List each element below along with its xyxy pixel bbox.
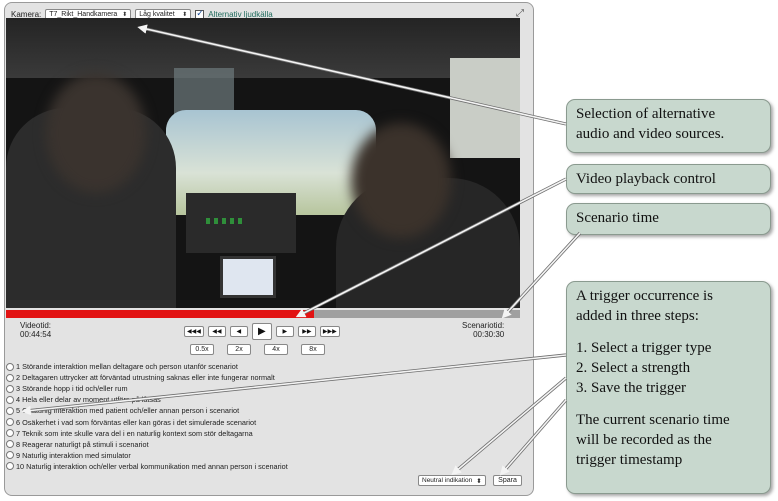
callout-text: audio and video sources. [576, 126, 725, 142]
trigger-type-list: 1 Störande interaktion mellan deltagare … [6, 361, 288, 472]
trigger-label: 4 Hela eller delar av moment utförs på l… [16, 395, 161, 405]
video-frame-ceiling [6, 18, 520, 78]
camera-select-value: T7_Rikt_Handkamera [49, 10, 118, 18]
callout-text: Selection of alternative [576, 106, 716, 122]
skip-back-medium-button[interactable]: ◀◀ [207, 326, 226, 337]
trigger-label: 8 Reagerar naturligt på stimuli i scenar… [16, 439, 149, 449]
trigger-option[interactable]: 4 Hela eller delar av moment utförs på l… [6, 394, 288, 405]
save-button[interactable]: Spara [493, 475, 522, 486]
trigger-label: 10 Naturlig interaktion och/eller verbal… [16, 461, 288, 471]
callout-text: 1. Select a trigger type [576, 340, 712, 356]
skip-forward-large-button[interactable]: ▶▶▶ [319, 326, 340, 337]
radio-button[interactable] [6, 384, 14, 393]
trigger-option[interactable]: 2 Deltagaren uttrycker att förväntad utr… [6, 372, 288, 383]
strength-select-value: Neutral indikation [422, 477, 473, 484]
callout-text: added in three steps: [576, 308, 699, 324]
scenario-time-value: 00:30:30 [473, 330, 505, 339]
trigger-option[interactable]: 7 Teknik som inte skulle vara del i en n… [6, 428, 288, 439]
trigger-option[interactable]: 6 Osäkerhet i vad som förväntas eller ka… [6, 416, 288, 427]
callout-text: 2. Select a strength [576, 360, 691, 376]
chevron-down-icon: ⬍ [476, 477, 482, 485]
strength-select[interactable]: Neutral indikation ⬍ [418, 475, 486, 486]
trigger-option[interactable]: 1 Störande interaktion mellan deltagare … [6, 361, 288, 372]
callout-text: 3. Save the trigger [576, 380, 686, 396]
trigger-label: 1 Störande interaktion mellan deltagare … [16, 362, 238, 372]
speed-controls: 0.5x 2x 4x 8x [190, 344, 325, 355]
video-frame-head-left [46, 73, 146, 193]
radio-button[interactable] [6, 406, 14, 415]
callout-scenario-time: Scenario time [566, 203, 771, 235]
video-frame-dash-lights [206, 218, 246, 224]
skip-forward-medium-button[interactable]: ▶▶ [297, 326, 316, 337]
video-time-label: Videotid: [20, 321, 51, 330]
skip-back-small-button[interactable]: ◀ [229, 326, 248, 337]
radio-button[interactable] [6, 429, 14, 438]
radio-button[interactable] [6, 451, 14, 460]
radio-button[interactable] [6, 440, 14, 449]
skip-back-large-button[interactable]: ◀◀◀ [184, 326, 204, 337]
trigger-label: 6 Osäkerhet i vad som förväntas eller ka… [16, 417, 257, 427]
video-frame-head-right [351, 123, 451, 238]
callout-text: trigger timestamp [576, 452, 683, 468]
skip-forward-small-button[interactable]: ▶ [275, 326, 294, 337]
video-frame-right-window [450, 58, 520, 158]
playback-progress-bar[interactable] [6, 310, 520, 318]
trigger-option[interactable]: 10 Naturlig interaktion och/eller verbal… [6, 461, 288, 472]
callout-text: Scenario time [576, 210, 659, 226]
radio-button[interactable] [6, 395, 14, 404]
trigger-label: 2 Deltagaren uttrycker att förväntad utr… [16, 373, 275, 383]
speed-0.5x-button[interactable]: 0.5x [190, 344, 214, 355]
video-time-block: Videotid: 00:44:54 [20, 321, 51, 339]
speed-8x-button[interactable]: 8x [301, 344, 325, 355]
callout-text: Video playback control [576, 171, 716, 187]
playback-progress-fill [6, 310, 315, 318]
callout-playback: Video playback control [566, 164, 771, 194]
radio-button[interactable] [6, 362, 14, 371]
trigger-label: 7 Teknik som inte skulle vara del i en n… [16, 428, 253, 438]
scenario-time-block: Scenariotid: 00:30:30 [462, 321, 504, 339]
trigger-label: 5 Onaturlig interaktion med patient och/… [16, 406, 240, 416]
callout-sources: Selection of alternative audio and video… [566, 99, 771, 153]
play-button[interactable]: ▶ [251, 323, 272, 340]
quality-select-value: Låg kvalitet [139, 10, 175, 18]
trigger-option[interactable]: 5 Onaturlig interaktion med patient och/… [6, 405, 288, 416]
speed-4x-button[interactable]: 4x [264, 344, 288, 355]
chevron-down-icon: ⬍ [122, 11, 128, 18]
radio-button[interactable] [6, 462, 14, 471]
callout-trigger: A trigger occurrence is added in three s… [566, 281, 771, 494]
trigger-option[interactable]: 8 Reagerar naturligt på stimuli i scenar… [6, 439, 288, 450]
video-time-value: 00:44:54 [20, 330, 52, 339]
trigger-label: 9 Naturlig interaktion med simulator [16, 450, 131, 460]
callout-text: The current scenario time [576, 412, 730, 428]
video-frame-tablet [220, 256, 276, 298]
callout-text: A trigger occurrence is [576, 288, 714, 304]
trigger-option[interactable]: 3 Störande hopp i tid och/eller rum [6, 383, 288, 394]
radio-button[interactable] [6, 418, 14, 427]
radio-button[interactable] [6, 373, 14, 382]
trigger-option[interactable]: 9 Naturlig interaktion med simulator [6, 450, 288, 461]
scenario-time-label: Scenariotid: [462, 321, 505, 330]
trigger-label: 3 Störande hopp i tid och/eller rum [16, 384, 128, 394]
playback-controls: ◀◀◀ ◀◀ ◀ ▶ ▶ ▶▶ ▶▶▶ [184, 323, 340, 340]
callout-text: will be recorded as the [576, 432, 712, 448]
chevron-down-icon: ⬍ [182, 11, 188, 18]
video-player[interactable] [6, 18, 520, 308]
speed-2x-button[interactable]: 2x [227, 344, 251, 355]
